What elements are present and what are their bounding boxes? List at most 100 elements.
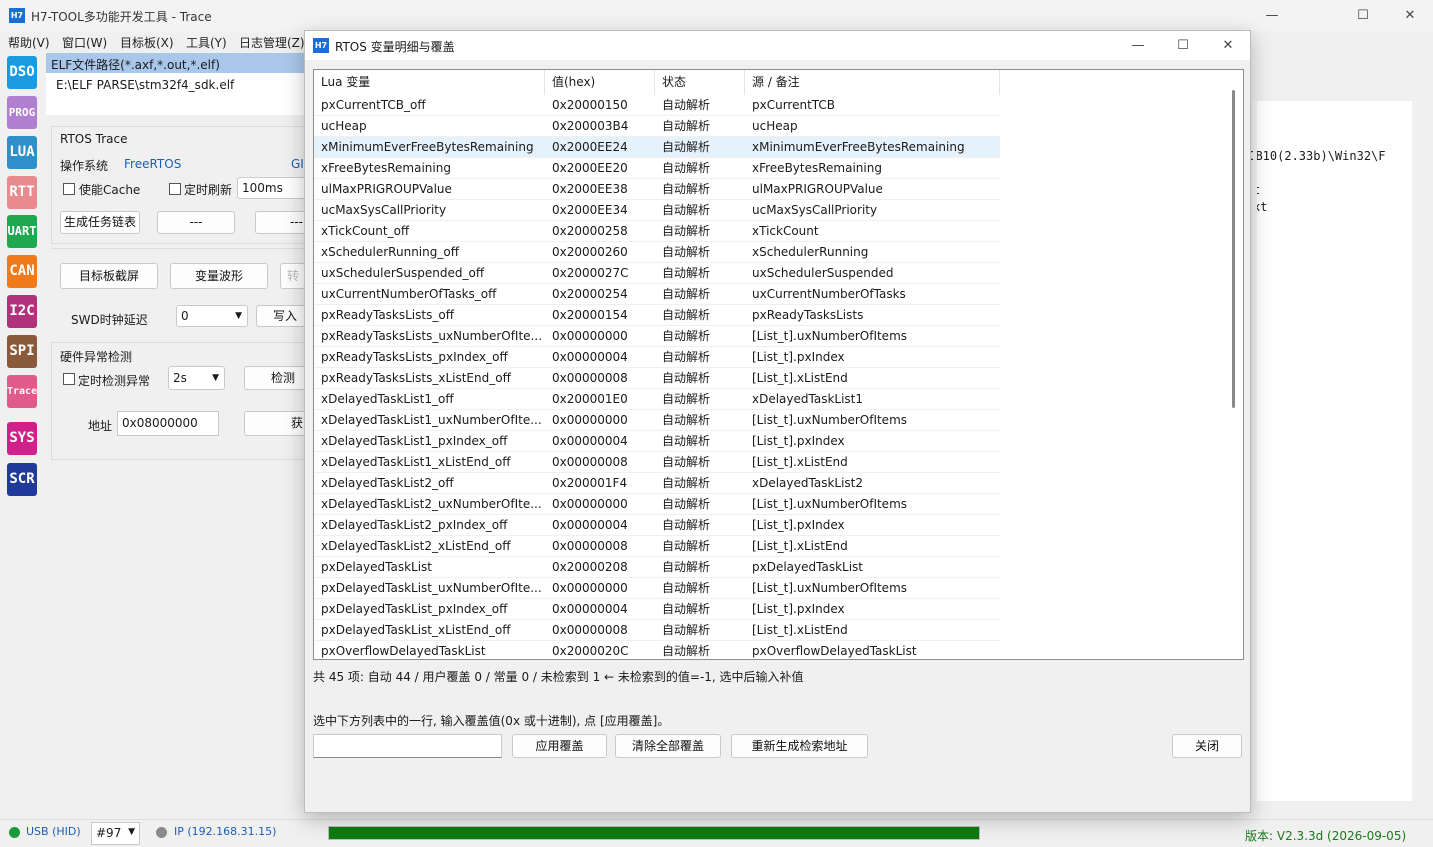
dash-button-2[interactable]: --- [255, 211, 306, 234]
column-header-value[interactable]: 值(hex) [545, 70, 655, 95]
table-row[interactable]: ucMaxSysCallPriority 0x2000EE34 自动解析 ucMaxS… [314, 200, 1000, 221]
menu-target-board[interactable]: 目标板(X) [120, 34, 174, 51]
cell-status: 自动解析 [662, 539, 711, 553]
menu-log[interactable]: 日志管理(Z) [239, 34, 305, 51]
cell-lua-var: xTickCount_off [321, 224, 410, 238]
table-row[interactable]: pxReadyTasksLists_xListEnd_off 0x00000008… [314, 368, 1000, 389]
detect-button[interactable]: 检测 [244, 366, 306, 390]
override-value-input[interactable] [313, 734, 502, 758]
spi-tool-button[interactable]: SPI [7, 335, 37, 368]
cell-status: 自动解析 [662, 119, 711, 133]
dash-button-1[interactable]: --- [157, 211, 235, 234]
table-row[interactable]: pxDelayedTaskList_uxNumberOfIte... 0x0000… [314, 578, 1000, 599]
table-row[interactable]: xDelayedTaskList2_uxNumberOfIte... 0x0000… [314, 494, 1000, 515]
lua-tool-button[interactable]: LUA [7, 136, 37, 169]
timed-detect-checkbox[interactable] [63, 373, 75, 385]
enable-cache-checkbox[interactable] [63, 183, 75, 195]
refresh-interval-select[interactable]: 100ms [237, 177, 306, 199]
cell-source: [List_t].xListEnd [752, 623, 848, 637]
cell-lua-var: xFreeBytesRemaining [321, 161, 451, 175]
uart-tool-button[interactable]: UART [7, 215, 37, 248]
table-row[interactable]: xDelayedTaskList2_pxIndex_off 0x00000004 自… [314, 515, 1000, 536]
swd-delay-value: 0 [181, 309, 189, 323]
cell-source: xTickCount [752, 224, 819, 238]
table-row[interactable]: pxDelayedTaskList 0x20000208 自动解析 pxDelayed… [314, 557, 1000, 578]
close-button[interactable]: ✕ [1387, 0, 1433, 31]
table-row[interactable]: xMinimumEverFreeBytesRemaining 0x2000EE24… [314, 137, 1000, 158]
detect-interval-select[interactable]: 2s ▼ [168, 366, 225, 390]
minimize-button[interactable]: — [1249, 0, 1295, 31]
dialog-minimize-button[interactable]: — [1115, 31, 1161, 60]
table-row[interactable]: xDelayedTaskList2_xListEnd_off 0x00000008… [314, 536, 1000, 557]
cell-lua-var: pxReadyTasksLists_xListEnd_off [321, 371, 511, 385]
board-screenshot-button[interactable]: 目标板截屏 [60, 263, 158, 289]
table-row[interactable]: pxDelayedTaskList_pxIndex_off 0x00000004 自… [314, 599, 1000, 620]
table-row[interactable]: xDelayedTaskList1_pxIndex_off 0x00000004 自… [314, 431, 1000, 452]
table-row[interactable]: uxCurrentNumberOfTasks_off 0x20000254 自动解析… [314, 284, 1000, 305]
table-row[interactable]: ucHeap 0x200003B4 自动解析 ucHeap [314, 116, 1000, 137]
cell-lua-var: pxOverflowDelayedTaskList [321, 644, 486, 658]
dialog-close-icon-button[interactable]: ✕ [1205, 31, 1251, 60]
gen-task-list-button[interactable]: 生成任务链表 [60, 211, 140, 234]
dso-tool-button[interactable]: DSO [7, 56, 37, 89]
elf-path-field[interactable]: E:\ELF PARSE\stm32f4_sdk.elf [46, 73, 306, 115]
cell-status: 自动解析 [662, 644, 711, 658]
menu-help[interactable]: 帮助(V) [8, 34, 50, 51]
table-row[interactable]: pxReadyTasksLists_pxIndex_off 0x00000004 自… [314, 347, 1000, 368]
scrollbar-thumb[interactable] [1232, 90, 1235, 408]
progress-fill [329, 827, 979, 839]
table-row[interactable]: pxCurrentTCB_off 0x20000150 自动解析 pxCurrentT… [314, 95, 1000, 116]
trace-tool-button[interactable]: Trace [7, 375, 37, 408]
swd-delay-select[interactable]: 0 ▼ [176, 305, 248, 327]
apply-override-button[interactable]: 应用覆盖 [512, 734, 607, 758]
table-row[interactable]: pxReadyTasksLists_off 0x20000154 自动解析 pxRea… [314, 305, 1000, 326]
clear-all-overrides-button[interactable]: 清除全部覆盖 [615, 734, 721, 758]
column-header-source[interactable]: 源 / 备注 [745, 70, 1000, 95]
table-row[interactable]: ulMaxPRIGROUPValue 0x2000EE38 自动解析 ulMaxPRI… [314, 179, 1000, 200]
table-row[interactable]: xFreeBytesRemaining 0x2000EE20 自动解析 xFreeBy… [314, 158, 1000, 179]
enable-cache-label: 使能Cache [79, 183, 141, 197]
rtt-tool-button[interactable]: RTT [7, 176, 37, 209]
log-editor[interactable]: _CB10(2.33b)\Win32\F t xt [1241, 101, 1412, 801]
timed-refresh-checkbox[interactable] [169, 183, 181, 195]
can-tool-button[interactable]: CAN [7, 255, 37, 288]
table-row[interactable]: pxOverflowDelayedTaskList 0x2000020C 自动解析 p… [314, 641, 1000, 659]
column-header-lua-var[interactable]: Lua 变量 [314, 70, 545, 95]
table-row[interactable]: xSchedulerRunning_off 0x20000260 自动解析 xSche… [314, 242, 1000, 263]
transfer-button[interactable]: 转 [280, 263, 306, 289]
write-button[interactable]: 写入 [256, 305, 306, 327]
device-number-select[interactable]: #97 ▼ [91, 822, 140, 845]
var-wave-button[interactable]: 变量波形 [170, 263, 268, 289]
regenerate-addresses-button[interactable]: 重新生成检索地址 [731, 734, 868, 758]
table-row[interactable]: xDelayedTaskList2_off 0x200001F4 自动解析 xDela… [314, 473, 1000, 494]
tool-icon-bar: DSO PROG LUA RTT UART CAN I2C SPI Trace … [0, 53, 43, 819]
table-row[interactable]: pxReadyTasksLists_uxNumberOfIte... 0x0000… [314, 326, 1000, 347]
get-button[interactable]: 获 [244, 411, 306, 436]
variable-table[interactable]: Lua 变量 值(hex) 状态 源 / 备注 pxCurrentTCB_off… [313, 69, 1244, 660]
cell-source: [List_t].xListEnd [752, 455, 848, 469]
table-row[interactable]: xDelayedTaskList1_xListEnd_off 0x00000008… [314, 452, 1000, 473]
dialog-maximize-button[interactable]: ☐ [1160, 31, 1206, 60]
table-row[interactable]: xDelayedTaskList1_uxNumberOfIte... 0x0000… [314, 410, 1000, 431]
cell-status: 自动解析 [662, 140, 711, 154]
maximize-button[interactable]: ☐ [1340, 0, 1386, 31]
table-row[interactable]: uxSchedulerSuspended_off 0x2000027C 自动解析 ux… [314, 263, 1000, 284]
scr-tool-button[interactable]: SCR [7, 463, 37, 496]
version-text: 版本: V2.3.3d (2026-09-05) [1245, 829, 1407, 843]
i2c-tool-button[interactable]: I2C [7, 295, 37, 328]
prog-tool-button[interactable]: PROG [7, 96, 37, 129]
elf-path-label: ELF文件路径(*.axf,*.out,*.elf) [46, 53, 306, 73]
address-input[interactable]: 0x08000000 [117, 411, 219, 436]
column-header-status[interactable]: 状态 [655, 70, 745, 95]
vertical-scrollbar[interactable] [1225, 70, 1242, 659]
editor-margin [1253, 101, 1257, 801]
menu-window[interactable]: 窗口(W) [62, 34, 107, 51]
cell-lua-var: xDelayedTaskList1_uxNumberOfIte... [321, 413, 542, 427]
sys-tool-button[interactable]: SYS [7, 422, 37, 455]
table-row[interactable]: pxDelayedTaskList_xListEnd_off 0x00000008… [314, 620, 1000, 641]
menu-tools[interactable]: 工具(Y) [186, 34, 227, 51]
table-row[interactable]: xDelayedTaskList1_off 0x200001E0 自动解析 xDela… [314, 389, 1000, 410]
cell-source: [List_t].pxIndex [752, 602, 845, 616]
table-row[interactable]: xTickCount_off 0x20000258 自动解析 xTickCount [314, 221, 1000, 242]
close-button[interactable]: 关闭 [1172, 734, 1242, 758]
